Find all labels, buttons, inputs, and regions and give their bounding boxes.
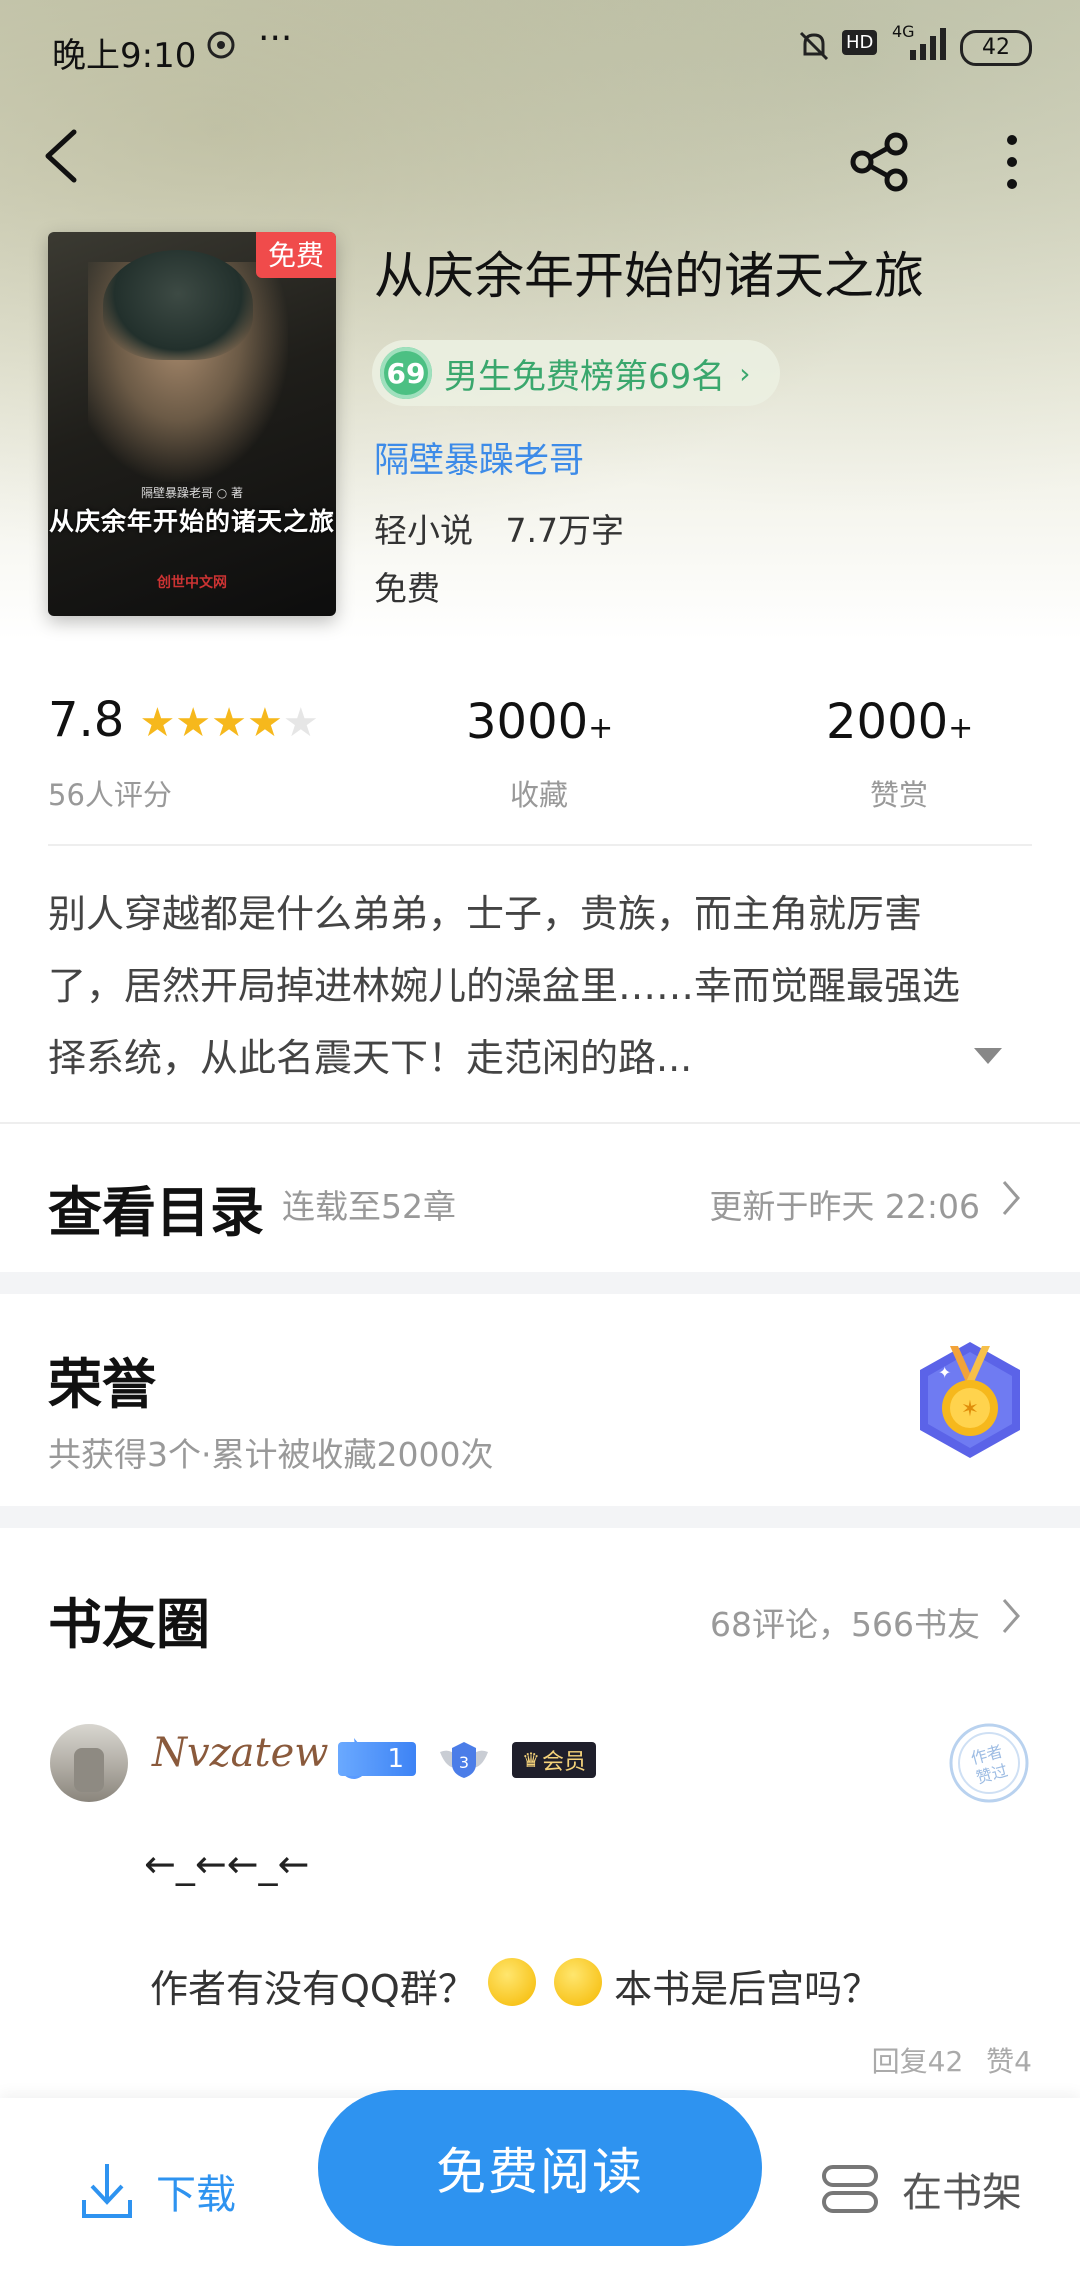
battery-level: 42 xyxy=(982,35,1010,60)
book-category: 轻小说 xyxy=(374,511,473,550)
more-menu-icon[interactable] xyxy=(1000,132,1024,196)
mute-icon xyxy=(796,28,832,73)
download-label: 下载 xyxy=(156,2172,236,2218)
rewards-suffix: + xyxy=(948,711,974,746)
stats-row: 7.8 ★★★★★ 56人评分 3000+ 收藏 2000+ 赞赏 xyxy=(0,680,1080,840)
author-link[interactable]: 隔壁暴躁老哥 xyxy=(374,432,584,483)
smile-emoji-icon xyxy=(487,1957,536,2006)
post-question: 本书是后宫吗？ xyxy=(614,1967,881,2011)
svg-text:✦: ✦ xyxy=(938,1363,951,1382)
star-filled-icon: ★ xyxy=(175,700,212,746)
rating-count: 56人评分 xyxy=(48,778,172,812)
status-time: 晚上9:10 xyxy=(52,36,197,76)
download-icon xyxy=(80,2160,134,2222)
bookshelf-icon xyxy=(820,2161,880,2217)
download-button[interactable]: 下载 xyxy=(80,2160,236,2222)
favorites-count: 3000 xyxy=(466,694,589,750)
rewards-block: 2000+ xyxy=(826,694,973,750)
like-count[interactable]: 赞4 xyxy=(986,2045,1032,2078)
chevron-right-icon xyxy=(1000,1178,1022,1222)
word-count: 7.7万字 xyxy=(505,511,624,550)
book-description[interactable]: 别人穿越都是什么弟弟，士子，贵族，而主角就厉害 了，居然开局掉进林婉儿的澡盆里…… xyxy=(48,878,1038,1094)
book-title: 从庆余年开始的诸天之旅 xyxy=(374,247,924,305)
member-badge: ♛ 会员 xyxy=(512,1742,596,1778)
user-level: 1 xyxy=(387,1744,404,1774)
cover-publisher: 创世中文网 xyxy=(157,575,227,591)
back-icon[interactable] xyxy=(40,126,84,190)
rewards-count: 2000 xyxy=(826,694,949,750)
toc-updated: 更新于昨天 22:06 xyxy=(709,1187,980,1226)
status-bar: 晚上9:10 ··· HD 4G 42 xyxy=(0,0,1080,96)
favorites-suffix: + xyxy=(588,711,614,746)
section-gap xyxy=(0,1272,1080,1294)
reply-count[interactable]: 回复42 xyxy=(872,2045,964,2078)
description-line: 别人穿越都是什么弟弟，士子，贵族，而主角就厉害 xyxy=(48,892,923,936)
cover-character xyxy=(103,250,253,360)
chevron-right-icon: › xyxy=(739,356,751,390)
author-liked-stamp: 作者 赞过 xyxy=(946,1720,1032,1810)
star-filled-icon: ★ xyxy=(211,700,248,746)
share-icon[interactable] xyxy=(848,130,912,198)
circle-summary[interactable]: 68评论，566书友 xyxy=(710,1598,980,1646)
fan-badge-icon: 3 xyxy=(436,1738,492,1786)
post-text[interactable]: 作者有没有QQ群？ 本书是后宫吗？ xyxy=(150,1957,881,2016)
divider xyxy=(48,844,1032,846)
medal-icon: ✶ ✦ xyxy=(912,1338,1028,1466)
crown-icon: ♛ xyxy=(522,1748,540,1772)
svg-text:✶: ✶ xyxy=(961,1397,979,1422)
favorites-label: 收藏 xyxy=(510,778,569,812)
rating-score: 7.8 xyxy=(48,692,125,748)
toc-title: 查看目录 xyxy=(48,1180,264,1244)
member-label: 会员 xyxy=(541,1750,586,1775)
hd-icon: HD xyxy=(842,30,878,55)
star-empty-icon: ★ xyxy=(282,700,319,746)
free-tag: 免费 xyxy=(255,232,336,278)
smile-emoji-icon xyxy=(554,1957,603,2006)
sync-icon xyxy=(204,28,238,71)
description-line: 了，居然开局掉进林婉儿的澡盆里……幸而觉醒最强选 xyxy=(48,964,961,1008)
honor-summary: 共获得3个·累计被收藏2000次 xyxy=(48,1435,494,1474)
book-price: 免费 xyxy=(374,569,440,608)
avatar[interactable] xyxy=(50,1724,128,1802)
rank-badge: 69 xyxy=(380,347,432,399)
more-notifications-icon: ··· xyxy=(258,18,293,59)
rewards-label: 赞赏 xyxy=(870,778,929,812)
rank-pill[interactable]: 69 男生免费榜第69名 › xyxy=(372,340,781,406)
rank-text: 男生免费榜第69名 xyxy=(444,356,726,397)
description-line: 择系统，从此名震天下！走范闲的路... xyxy=(48,1036,693,1080)
honor-title: 荣誉 xyxy=(48,1352,156,1416)
bookshelf-label: 在书架 xyxy=(902,2170,1022,2216)
chevron-right-icon xyxy=(1000,1596,1022,1640)
rating-block[interactable]: 7.8 ★★★★★ xyxy=(48,692,319,748)
expand-icon[interactable] xyxy=(972,1046,1004,1070)
signal-icon xyxy=(906,26,950,71)
cover-title: 从庆余年开始的诸天之旅 xyxy=(48,507,335,536)
book-meta: 轻小说 7.7万字 xyxy=(374,504,624,552)
fan-badge-level: 3 xyxy=(459,1753,469,1772)
toc-progress: 连载至52章 xyxy=(282,1187,456,1226)
post-question: 作者有没有QQ群？ xyxy=(150,1967,476,2011)
bookshelf-button[interactable]: 在书架 xyxy=(820,2160,1022,2218)
circle-title: 书友圈 xyxy=(48,1592,210,1656)
battery-icon: 42 xyxy=(960,30,1032,66)
book-cover[interactable]: 隔壁暴躁老哥 ○ 著 从庆余年开始的诸天之旅 创世中文网 免费 xyxy=(48,232,336,616)
post-text: ←_←←_← xyxy=(144,1842,310,1886)
post-username[interactable]: Nvzatew xyxy=(152,1730,329,1776)
cover-author: 隔壁暴躁老哥 ○ 著 xyxy=(140,486,244,500)
user-level-badge: 1 xyxy=(338,1742,416,1776)
favorites-block: 3000+ xyxy=(466,694,613,750)
read-button[interactable]: 免费阅读 xyxy=(318,2090,762,2246)
rating-stars: ★★★★★ xyxy=(139,700,318,746)
top-nav xyxy=(0,100,1080,220)
post-meta: 回复42 赞4 xyxy=(872,2040,1032,2080)
section-gap xyxy=(0,1506,1080,1528)
star-filled-icon: ★ xyxy=(139,700,176,746)
star-filled-icon: ★ xyxy=(247,700,283,746)
